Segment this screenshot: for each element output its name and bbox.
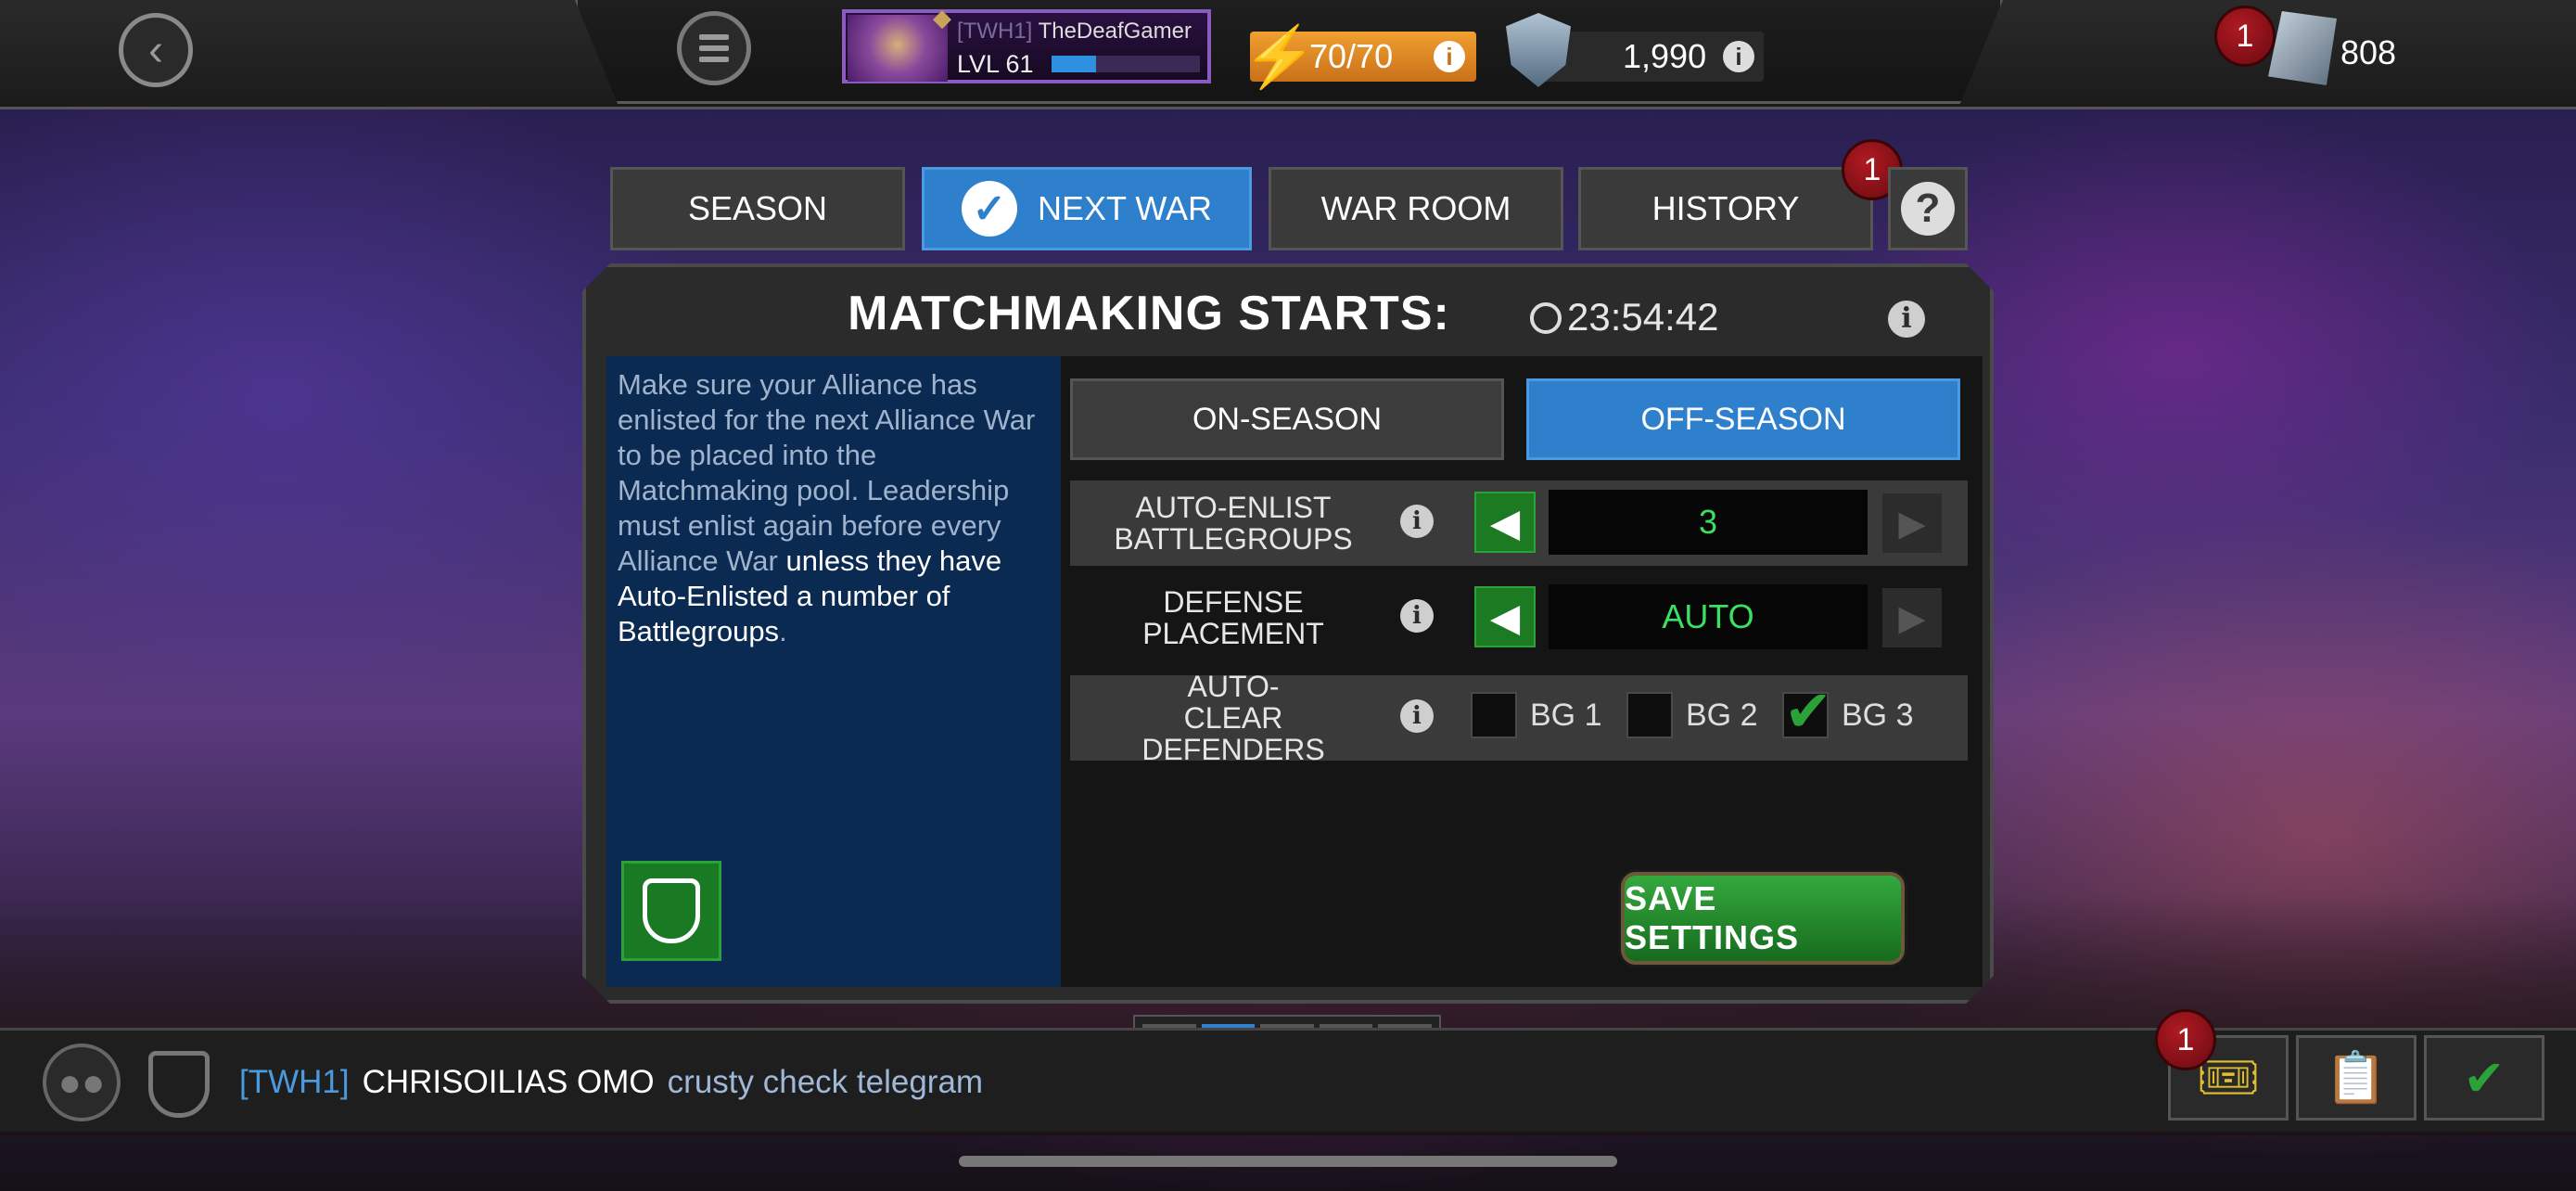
info-icon[interactable]: i — [1888, 301, 1925, 338]
description-pane: Make sure your Alliance has enlisted for… — [606, 356, 1061, 987]
checkbox[interactable] — [1782, 692, 1829, 738]
clipboard-button[interactable]: 📋 — [2296, 1035, 2417, 1121]
info-icon[interactable]: i — [1434, 41, 1465, 72]
checkbox[interactable] — [1471, 692, 1517, 738]
off-season-button[interactable]: OFF-SEASON — [1526, 378, 1960, 460]
alliance-shield-icon[interactable] — [148, 1051, 210, 1118]
tab-history[interactable]: HISTORY — [1578, 167, 1873, 250]
description-text: Make sure your Alliance has enlisted for… — [618, 368, 1036, 647]
save-settings-button[interactable]: SAVE SETTINGS — [1621, 872, 1905, 965]
bg1-checkbox[interactable]: BG 1 — [1471, 692, 1601, 738]
matchmaking-panel: MATCHMAKING STARTS: 23:54:42 i Make sure… — [582, 263, 1994, 1004]
rank-crest-icon: ◆ — [933, 4, 951, 32]
tab-season[interactable]: SEASON — [610, 167, 905, 250]
matchmaking-timer: 23:54:42 — [1530, 295, 1719, 339]
bg3-checkbox[interactable]: BG 3 — [1782, 692, 1913, 738]
auto-clear-label: AUTO-CLEAR DEFENDERS — [1141, 670, 1325, 766]
clipboard-icon: 📋 — [2325, 1049, 2388, 1106]
home-indicator[interactable] — [959, 1156, 1617, 1167]
notification-badge: 1 — [2214, 6, 2276, 67]
checkbox[interactable] — [1626, 692, 1673, 738]
info-icon[interactable]: i — [1400, 505, 1434, 538]
alliance-emblem-icon — [643, 878, 700, 943]
increase-button[interactable]: ▶ — [1882, 588, 1942, 647]
back-arrow-icon: ‹ — [148, 25, 163, 75]
xp-bar — [1052, 56, 1200, 72]
top-bar: ‹ ◆ [TWH1] TheDeafGamer LVL 61 ⚡ 70/70 i… — [0, 0, 2576, 109]
menu-icon — [699, 34, 729, 40]
auto-enlist-label: AUTO-ENLIST BATTLEGROUPS — [1114, 491, 1353, 556]
help-icon: ? — [1901, 182, 1955, 236]
timer-icon — [1530, 302, 1562, 334]
bg2-checkbox[interactable]: BG 2 — [1626, 692, 1757, 738]
tab-war-room[interactable]: WAR ROOM — [1269, 167, 1563, 250]
decrease-button[interactable]: ◀ — [1474, 586, 1536, 647]
player-name: [TWH1] TheDeafGamer — [957, 19, 1192, 44]
rank-icon[interactable] — [2268, 11, 2337, 85]
defense-placement-value: AUTO — [1549, 584, 1868, 649]
on-season-button[interactable]: ON-SEASON — [1070, 378, 1504, 460]
menu-button[interactable] — [677, 11, 751, 85]
xp-fill — [1052, 56, 1096, 72]
chat-message[interactable]: [TWH1] CHRISOILIAS OMO crusty check telegr… — [239, 1064, 983, 1101]
auto-enlist-row: AUTO-ENLIST BATTLEGROUPS i ◀ 3 ▶ — [1070, 480, 1968, 566]
player-level: LVL 61 — [957, 50, 1034, 78]
energy-counter[interactable]: ⚡ 70/70 i — [1243, 23, 1476, 90]
info-icon[interactable]: i — [1723, 41, 1754, 72]
alliance-emblem-button[interactable] — [621, 861, 721, 961]
tab-next-war[interactable]: ✓ NEXT WAR — [922, 167, 1252, 250]
war-points-value: 1,990 — [1623, 37, 1707, 75]
auto-enlist-value: 3 — [1549, 490, 1868, 555]
check-icon: ✓ — [961, 181, 1017, 237]
info-icon[interactable]: i — [1400, 599, 1434, 633]
back-button[interactable]: ‹ — [119, 13, 193, 87]
auto-clear-row: AUTO-CLEAR DEFENDERS i BG 1 BG 2 BG 3 — [1070, 675, 1968, 761]
energy-value: 70/70 — [1309, 37, 1394, 75]
rank-value: 808 — [2340, 33, 2397, 71]
player-profile[interactable]: ◆ [TWH1] TheDeafGamer LVL 61 — [842, 4, 1211, 83]
completed-button[interactable]: ✔ — [2424, 1035, 2544, 1121]
completed-scroll-icon: ✔ — [2463, 1050, 2506, 1107]
info-icon[interactable]: i — [1400, 699, 1434, 733]
decrease-button[interactable]: ◀ — [1474, 492, 1536, 553]
friends-icon[interactable]: ●● — [43, 1044, 121, 1121]
defense-placement-label: DEFENSE PLACEMENT — [1142, 585, 1324, 650]
energy-bolt-icon: ⚡ — [1243, 23, 1317, 90]
panel-title: MATCHMAKING STARTS: — [848, 287, 1450, 340]
defense-placement-row: DEFENSE PLACEMENT i ◀ AUTO ▶ — [1070, 575, 1968, 660]
increase-button[interactable]: ▶ — [1882, 493, 1942, 553]
quest-badge: 1 — [2155, 1009, 2216, 1070]
help-button[interactable]: ? — [1888, 167, 1968, 250]
war-points-counter[interactable]: 1,990 i — [1506, 13, 1764, 87]
